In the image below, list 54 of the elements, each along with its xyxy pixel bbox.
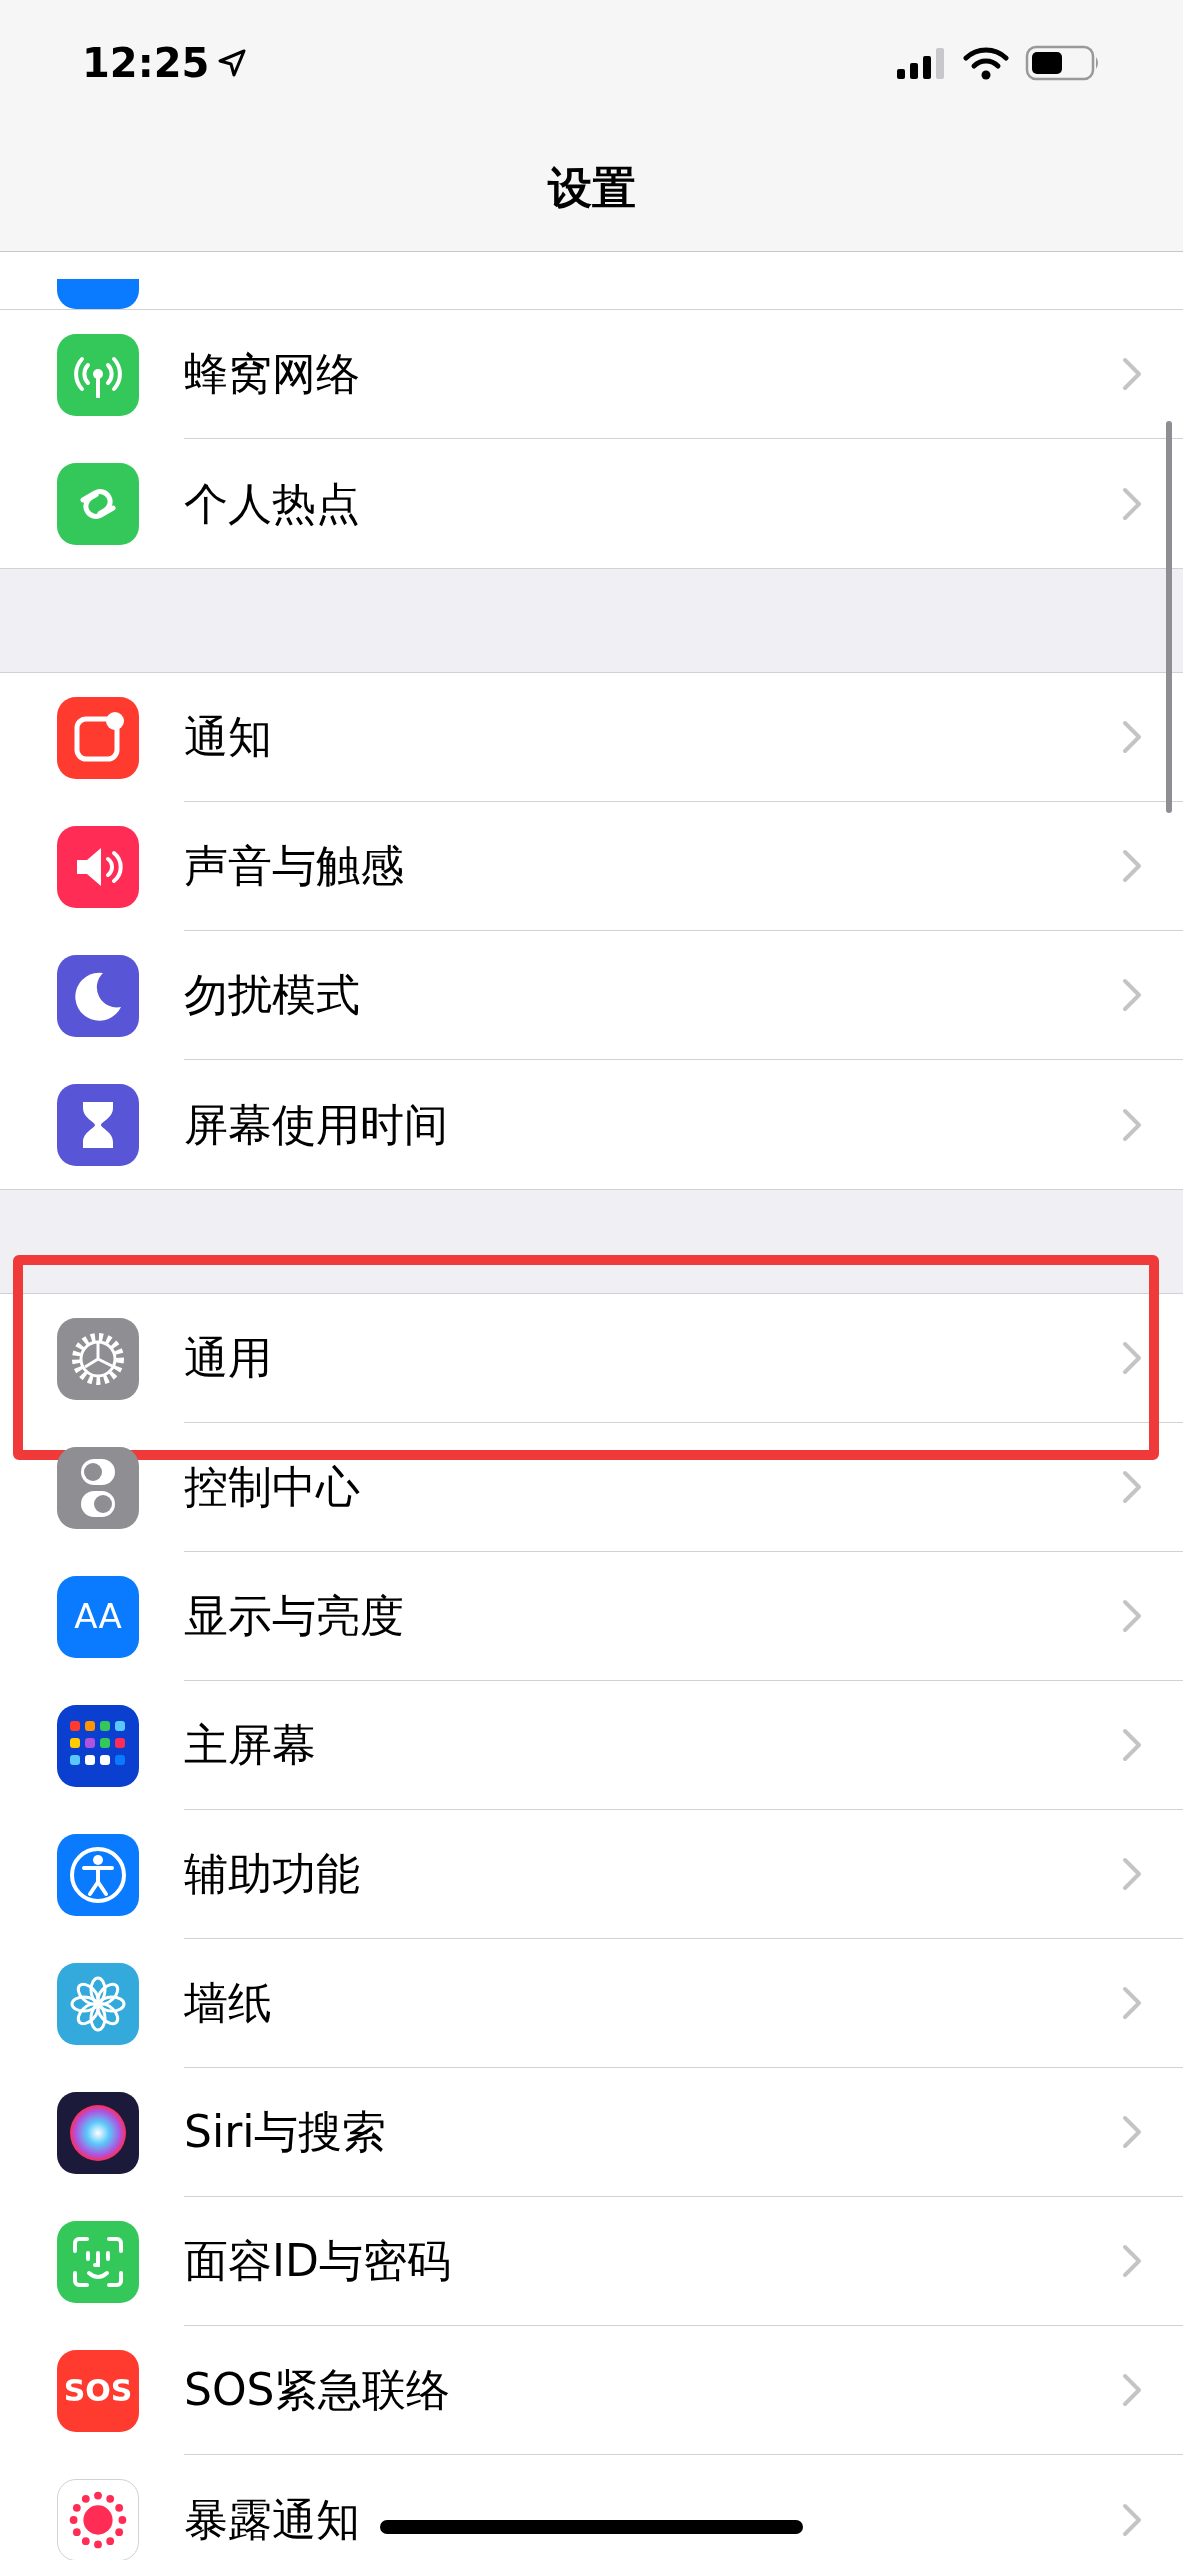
settings-label: 主屏幕: [184, 1718, 316, 1772]
settings-label: 显示与亮度: [184, 1589, 404, 1643]
accessibility-figure-icon: [57, 1833, 139, 1916]
app-grid-icon: [57, 1704, 139, 1787]
battery-icon: [1025, 44, 1101, 81]
antenna-icon: [57, 333, 139, 416]
chevron-icon: [1121, 2372, 1143, 2408]
flower-icon: [57, 1962, 139, 2045]
chevron-icon: [1121, 2243, 1143, 2279]
settings-label: 墙纸: [184, 1976, 272, 2030]
settings-label: 勿扰模式: [184, 968, 360, 1022]
wifi-icon: [963, 45, 1009, 80]
letters-icon: SOS: [57, 2349, 139, 2432]
bluetooth-icon: [57, 279, 139, 309]
settings-label: 辅助功能: [184, 1847, 360, 1901]
chevron-icon: [1121, 1106, 1143, 1143]
face-frame-icon: [57, 2220, 139, 2303]
notification-badge-icon: [57, 696, 139, 779]
chain-link-icon: [57, 462, 139, 545]
settings-label: 通知: [184, 710, 272, 764]
hourglass-icon: [57, 1083, 139, 1166]
chevron-icon: [1121, 1856, 1143, 1892]
settings-label: Siri与搜索: [184, 2105, 387, 2159]
status-time: 12:25: [82, 38, 210, 88]
settings-label: 屏幕使用时间: [184, 1097, 448, 1152]
settings-label: 蜂窝网络: [184, 347, 360, 401]
chevron-icon: [1121, 719, 1143, 755]
toggle-switches-icon: [57, 1446, 139, 1529]
glowing-orb-icon: [57, 2091, 139, 2174]
location-arrow-icon: [217, 47, 248, 78]
speaker-icon: [57, 825, 139, 908]
settings-label: 暴露通知: [184, 2492, 360, 2547]
chevron-icon: [1121, 356, 1143, 392]
chevron-icon: [1121, 2114, 1143, 2150]
chevron-icon: [1121, 1985, 1143, 2021]
settings-label: 声音与触感: [184, 839, 404, 893]
settings-label: SOS紧急联络: [184, 2363, 451, 2417]
settings-label: 控制中心: [184, 1460, 360, 1514]
signal-icon: [897, 46, 947, 79]
chevron-icon: [1121, 977, 1143, 1013]
gear-icon: [57, 1317, 139, 1400]
chevron-icon: [1121, 1598, 1143, 1634]
settings-label: 个人热点: [184, 476, 360, 531]
moon-icon: [57, 954, 139, 1037]
chevron-icon: [1121, 485, 1143, 522]
chevron-icon: [1121, 1727, 1143, 1763]
chevron-icon: [1121, 1340, 1143, 1376]
settings-label: 面容ID与密码: [184, 2234, 451, 2288]
settings-label: 通用: [184, 1331, 272, 1385]
chevron-icon: [1121, 2501, 1143, 2538]
page-title: 设置: [547, 161, 636, 215]
letters-icon: AA: [57, 1575, 139, 1658]
chevron-icon: [1121, 1469, 1143, 1505]
chevron-icon: [1121, 848, 1143, 884]
